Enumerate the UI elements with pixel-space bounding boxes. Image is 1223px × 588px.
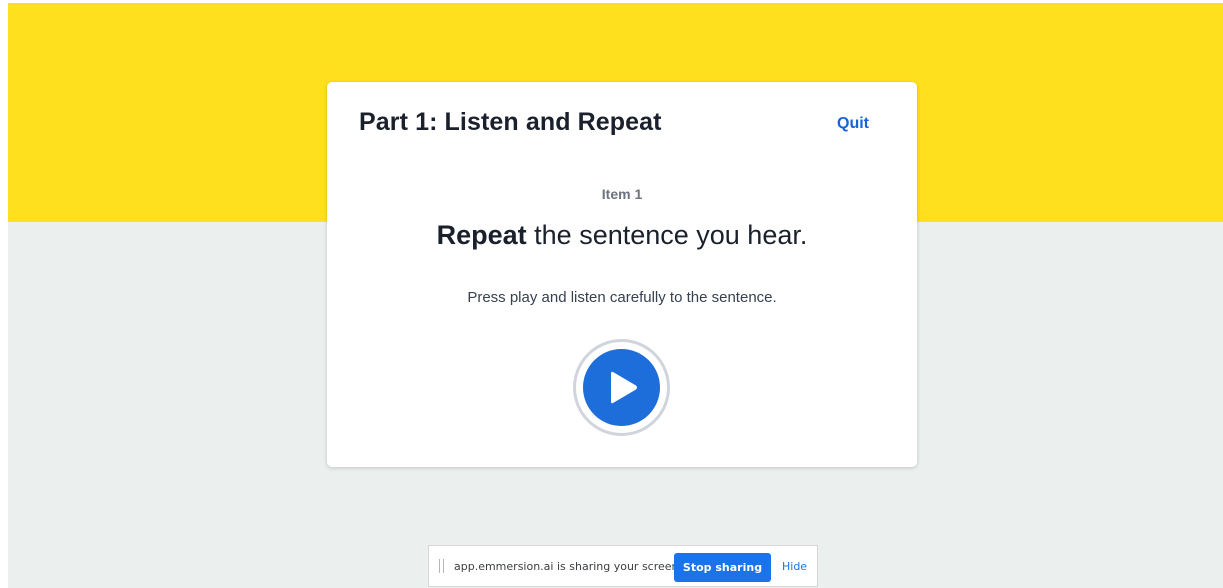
screen-share-bar: app.emmersion.ai is sharing your screen.… [428,545,818,587]
item-number-label: Item 1 [601,186,643,202]
play-button[interactable] [573,339,670,436]
instruction-text: Repeat the sentence you hear. [327,220,917,251]
quit-link[interactable]: Quit [837,115,869,133]
instruction-remainder: the sentence you hear. [526,220,808,250]
hide-link[interactable]: Hide [782,560,807,573]
instruction-emphasis: Repeat [436,220,527,250]
instruction-subtext: Press play and listen carefully to the s… [467,289,777,306]
play-icon [611,371,637,404]
drag-handle-icon[interactable] [439,559,445,575]
page-title: Part 1: Listen and Repeat [359,108,662,136]
share-status-text: app.emmersion.ai is sharing your screen. [454,560,683,573]
question-card: Part 1: Listen and Repeat Quit Item 1 Re… [327,82,917,467]
play-button-circle [583,349,660,426]
stop-sharing-button[interactable]: Stop sharing [674,553,771,582]
page-left-edge [0,0,8,588]
